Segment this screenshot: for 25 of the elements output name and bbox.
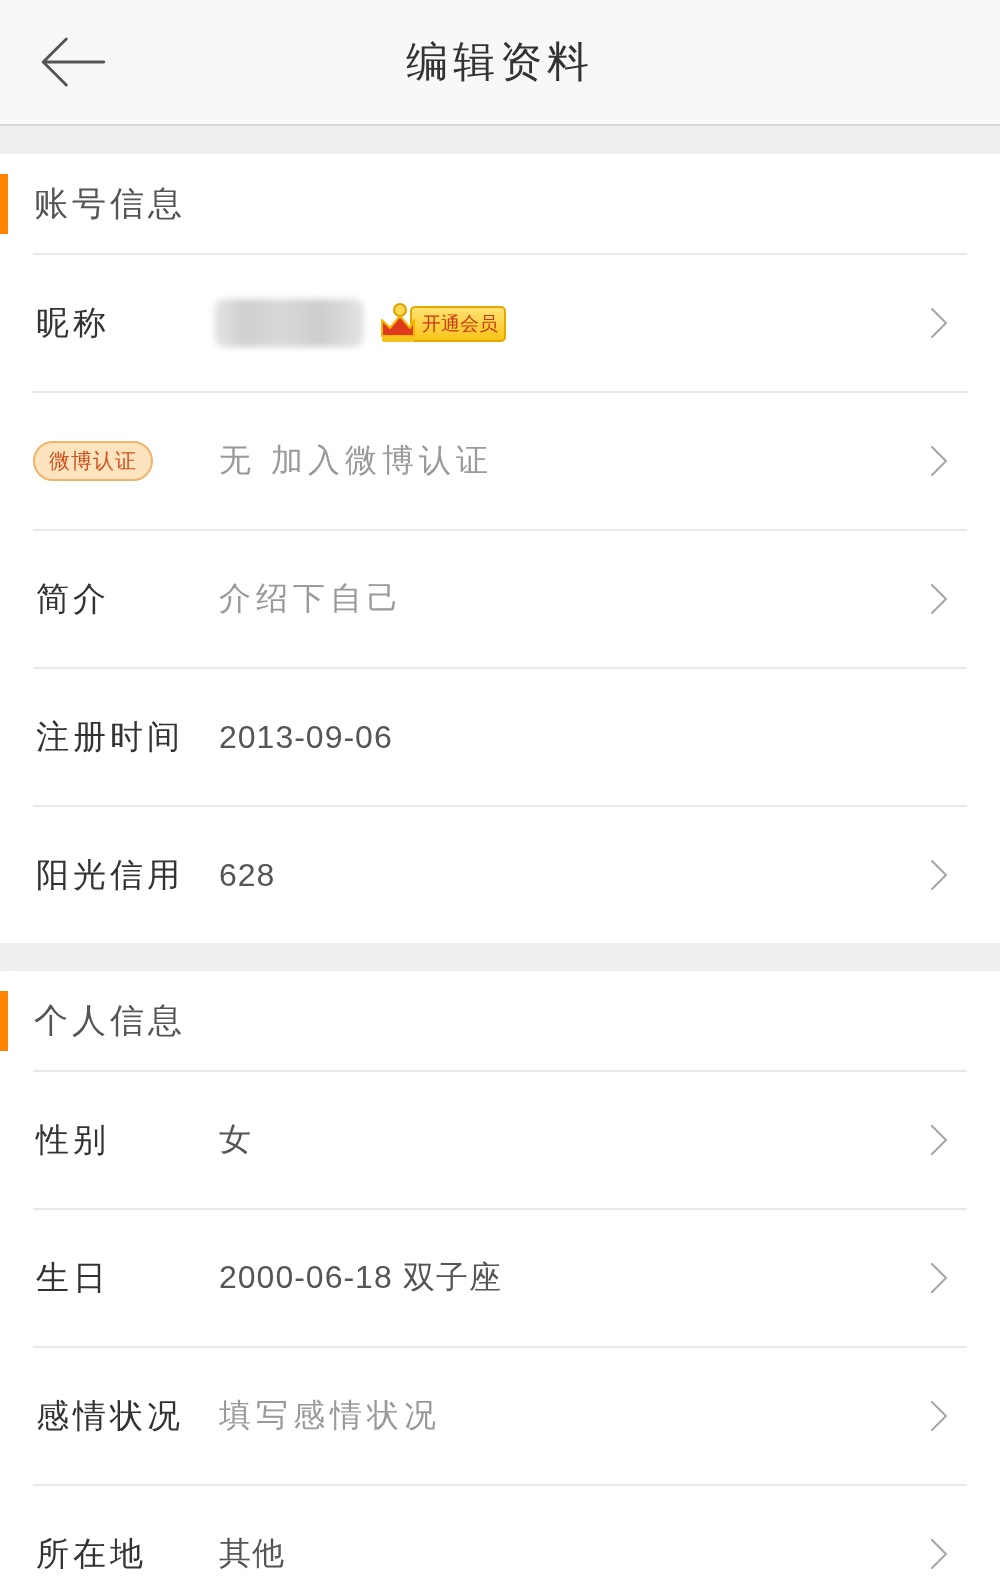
row-value: 2013-09-06: [219, 718, 393, 756]
row-value: 2000-06-18 双子座: [219, 1258, 502, 1297]
section-accent-bar: [0, 990, 8, 1051]
row-value: 628: [219, 856, 276, 894]
verification-badge: 微博认证: [33, 441, 153, 481]
row-value: 女: [219, 1120, 252, 1159]
back-button[interactable]: [40, 37, 106, 87]
row-label: 简介: [36, 577, 110, 620]
page-title: 编辑资料: [406, 36, 594, 88]
row-label: 昵称: [36, 301, 110, 344]
row-label: 生日: [36, 1256, 110, 1299]
row-label: 感情状况: [36, 1394, 184, 1437]
row-label: 注册时间: [36, 715, 184, 758]
row-hint: 介绍下自己: [219, 578, 404, 619]
crown-icon: [380, 302, 416, 344]
section-title: 个人信息: [34, 998, 186, 1042]
row-label: 阳光信用: [36, 853, 184, 896]
row-hint: 填写感情状况: [219, 1395, 441, 1436]
row-hint: 无 加入微博认证: [219, 440, 494, 481]
section-title: 账号信息: [34, 181, 186, 225]
row-label: 性别: [36, 1118, 110, 1161]
row-label: 所在地: [36, 1532, 147, 1575]
row-value: 其他: [219, 1534, 285, 1573]
back-arrow-icon: [40, 37, 106, 87]
section-accent-bar: [0, 173, 8, 234]
